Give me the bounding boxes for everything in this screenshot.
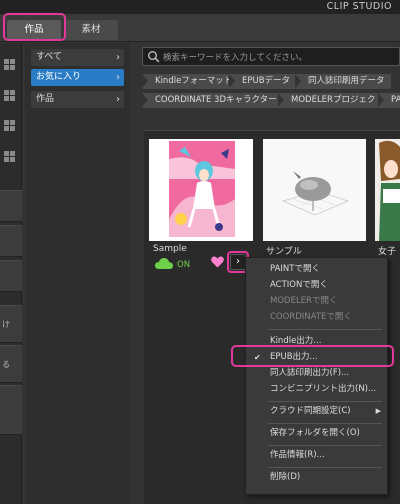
menu-item-label: COORDINATEで開く [270,312,352,322]
menu-separator [268,401,382,402]
submenu-arrow-icon: ▶ [375,407,381,415]
tag-chip[interactable]: PA [378,93,400,108]
menu-item-conveni-print[interactable]: コンビニプリント出力(N)... [246,382,387,397]
menu-item-open-folder[interactable]: 保存フォルダを開く(O) [246,426,387,441]
menu-separator [268,445,382,446]
character-thumbnail [375,139,400,241]
tab-materials[interactable]: 素材 [64,20,118,40]
menu-separator [268,423,382,424]
app-title: CLIP STUDIO [326,1,392,12]
strip-panel[interactable]: け [0,305,22,343]
menu-item-label: コンビニプリント出力(N)... [270,384,377,394]
strip-panel[interactable] [0,385,22,435]
grid-view-icon[interactable] [4,120,15,131]
menu-item-label: 同人誌印刷出力(F)... [270,368,350,378]
chevron-right-icon: › [116,72,120,83]
strip-label: る [2,360,10,369]
chevron-right-icon: › [116,52,120,63]
context-menu: PAINTで開く ACTIONで開く MODELERで開く COORDINATE… [245,257,388,495]
menu-item-label: 作品情報(R)... [270,450,325,460]
menu-item-open-action[interactable]: ACTIONで開く [246,278,387,293]
work-title: サンプル [266,247,302,257]
menu-item-cloud-sync[interactable]: クラウド同期設定(C) ▶ [246,404,387,419]
title-bar: CLIP STUDIO [0,0,400,14]
work-thumbnail[interactable] [263,139,366,241]
menu-item-label: 保存フォルダを開く(O) [270,428,360,438]
left-icon-strip: け る [0,43,22,504]
grid-view-icon[interactable] [4,90,15,101]
sync-status-text: ON [177,260,191,270]
search-placeholder: 検索キーワードを入力してください。 [163,53,307,63]
menu-item-label: 削除(D) [270,472,301,482]
nav-item-label: すべて [36,52,63,62]
strip-panel[interactable] [0,225,22,257]
strip-label: け [2,320,10,329]
illustration-thumbnail [149,139,253,241]
menu-item-open-modeler: MODELERで開く [246,294,387,309]
strip-panel[interactable]: る [0,345,22,383]
nav-item-works[interactable]: 作品 › [31,91,124,108]
nav-item-favorites[interactable]: お気に入り › [31,69,124,86]
nav-item-label: お気に入り [36,72,82,82]
menu-item-label: PAINTで開く [270,264,320,274]
heart-icon[interactable] [211,256,224,268]
tag-chip[interactable]: EPUBデータ [229,74,297,89]
menu-item-label: ACTIONで開く [270,280,328,290]
strip-panel[interactable] [0,260,22,292]
menu-item-open-coordinate: COORDINATEで開く [246,310,387,325]
highlight-ring-tab [3,13,66,41]
cloud-sync-icon[interactable] [155,257,173,270]
3d-model-thumbnail [263,139,366,241]
work-thumbnail[interactable] [149,139,253,241]
grid-view-icon[interactable] [4,151,15,162]
menu-item-open-paint[interactable]: PAINTで開く [246,262,387,277]
chevron-right-icon: › [116,94,120,105]
menu-item-label: MODELERで開く [270,296,338,306]
tag-list: Kindleフォーマット EPUBデータ 同人誌印刷用データ COORDINAT… [142,72,400,112]
search-icon [148,51,160,63]
menu-separator [268,329,382,330]
work-thumbnail[interactable] [375,139,400,241]
search-box[interactable]: 検索キーワードを入力してください。 [142,47,400,66]
category-nav: すべて › お気に入り › 作品 › [25,43,130,504]
menu-separator [268,467,382,468]
tag-chip[interactable]: COORDINATE 3Dキャラクター [142,93,283,108]
strip-panel[interactable] [0,190,22,222]
tag-chip[interactable]: 同人誌印刷用データ [295,74,391,89]
menu-item-label: クラウド同期設定(C) [270,406,351,416]
tag-chip[interactable]: Kindleフォーマット [142,74,239,89]
menu-item-delete[interactable]: 削除(D) [246,470,387,485]
nav-item-all[interactable]: すべて › [31,49,124,66]
menu-item-work-info[interactable]: 作品情報(R)... [246,448,387,463]
work-title: Sample [153,244,187,254]
menu-item-doujin-export[interactable]: 同人誌印刷出力(F)... [246,366,387,381]
nav-item-label: 作品 [36,94,55,104]
grid-view-icon[interactable] [4,59,15,70]
tag-chip[interactable]: MODELERプロジェクト [278,93,390,108]
highlight-ring-epub [231,345,394,367]
